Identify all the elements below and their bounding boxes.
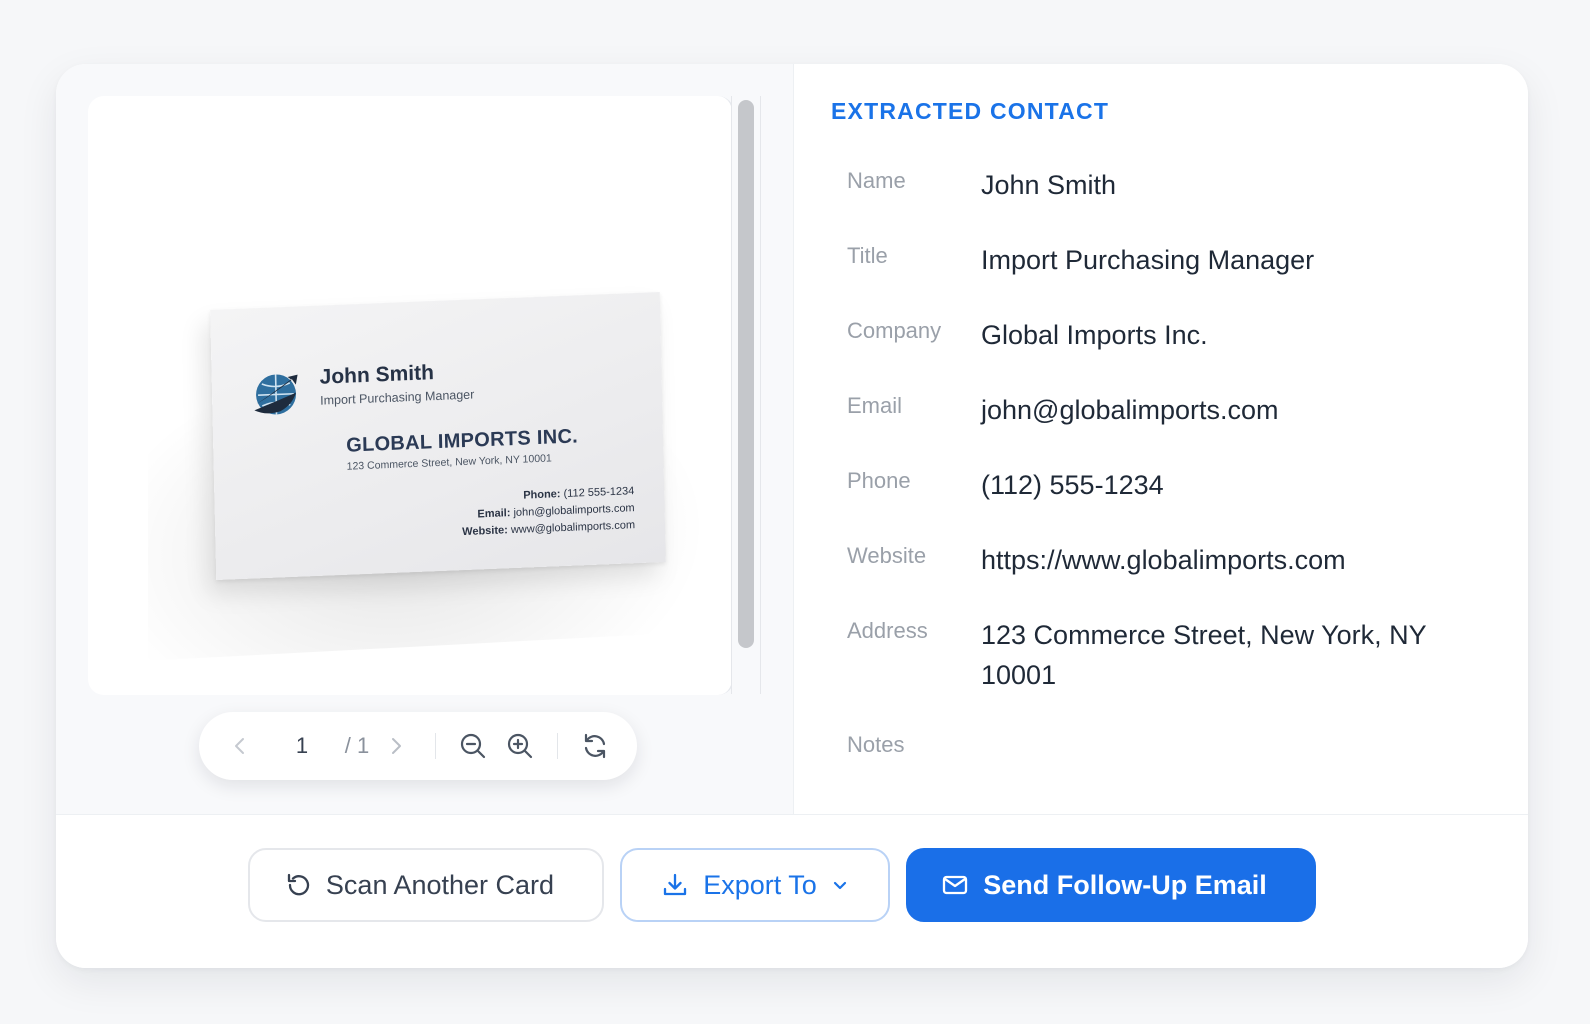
card-print-email-label: Email: <box>477 507 511 521</box>
card-print-phone: (112 555-1234 <box>563 485 635 501</box>
zoom-in-icon <box>507 733 533 759</box>
viewer-toolbar: 1 / 1 <box>199 712 637 780</box>
card-print-website: www@globalimports.com <box>510 519 636 537</box>
export-to-dropdown-button[interactable]: Export To <box>620 848 890 922</box>
image-preview-panel: John Smith Import Purchasing Manager GLO… <box>56 64 794 826</box>
toolbar-divider <box>435 733 436 759</box>
extracted-contact-panel: EXTRACTED CONTACT Name John Smith Title … <box>795 64 1528 826</box>
chevron-right-icon <box>392 738 401 754</box>
field-label: Website <box>847 543 927 568</box>
scan-another-card-button[interactable]: Scan Another Card <box>248 848 604 922</box>
card-print-website-label: Website: <box>462 524 508 539</box>
total-pages: / 1 <box>344 733 370 758</box>
viewer-scroll-thumb[interactable] <box>738 100 754 648</box>
rotate-icon <box>584 733 606 759</box>
prev-page-button[interactable] <box>225 712 255 780</box>
card-image-viewer[interactable]: John Smith Import Purchasing Manager GLO… <box>88 96 734 695</box>
field-value-company[interactable]: Global Imports Inc. <box>981 315 1451 355</box>
mail-icon <box>943 875 968 895</box>
zoom-in-button[interactable] <box>502 712 538 780</box>
chevron-left-icon <box>235 738 244 754</box>
action-bar: Scan Another Card Export To Send Follow-… <box>56 814 1528 968</box>
chevron-down-icon <box>833 881 846 890</box>
card-print-email: john@globalimports.com <box>513 502 635 520</box>
field-label: Company <box>847 318 942 343</box>
zoom-out-icon <box>460 733 486 759</box>
field-label: Notes <box>847 732 905 757</box>
field-value-email[interactable]: john@globalimports.com <box>981 390 1451 430</box>
contact-scan-card: John Smith Import Purchasing Manager GLO… <box>56 64 1528 968</box>
field-label: Name <box>847 168 906 193</box>
send-button-label: Send Follow-Up Email <box>983 869 1267 900</box>
card-print-phone-label: Phone: <box>523 488 561 502</box>
next-page-button[interactable] <box>381 712 411 780</box>
field-value-name[interactable]: John Smith <box>981 165 1451 205</box>
rotate-ccw-icon <box>287 873 310 896</box>
field-label: Phone <box>847 468 911 493</box>
download-icon <box>664 873 687 896</box>
business-card-photo: John Smith Import Purchasing Manager GLO… <box>210 291 666 581</box>
send-follow-up-email-button[interactable]: Send Follow-Up Email <box>906 848 1316 922</box>
card-print-title: Import Purchasing Manager <box>320 387 475 408</box>
viewer-scrollbar[interactable] <box>731 96 761 694</box>
scan-button-label: Scan Another Card <box>325 869 555 900</box>
field-value-website[interactable]: https://www.globalimports.com <box>981 540 1451 580</box>
field-value-title[interactable]: Import Purchasing Manager <box>981 240 1451 280</box>
current-page-number[interactable]: 1 <box>287 712 317 780</box>
field-label: Title <box>847 243 888 268</box>
card-print-contact-block: Phone: (112 555-1234 Email: john@globali… <box>454 483 635 541</box>
section-title: EXTRACTED CONTACT <box>831 98 1110 124</box>
zoom-out-button[interactable] <box>455 712 491 780</box>
field-label: Email <box>847 393 903 418</box>
export-button-label: Export To <box>703 869 817 900</box>
rotate-button[interactable] <box>577 712 613 780</box>
field-value-address[interactable]: 123 Commerce Street, New York, NY 10001 <box>981 615 1451 695</box>
globe-logo-icon <box>254 374 298 415</box>
field-value-phone[interactable]: (112) 555-1234 <box>981 465 1451 505</box>
card-print-name: John Smith <box>319 361 435 389</box>
field-label: Address <box>847 618 928 643</box>
toolbar-divider <box>557 733 558 759</box>
